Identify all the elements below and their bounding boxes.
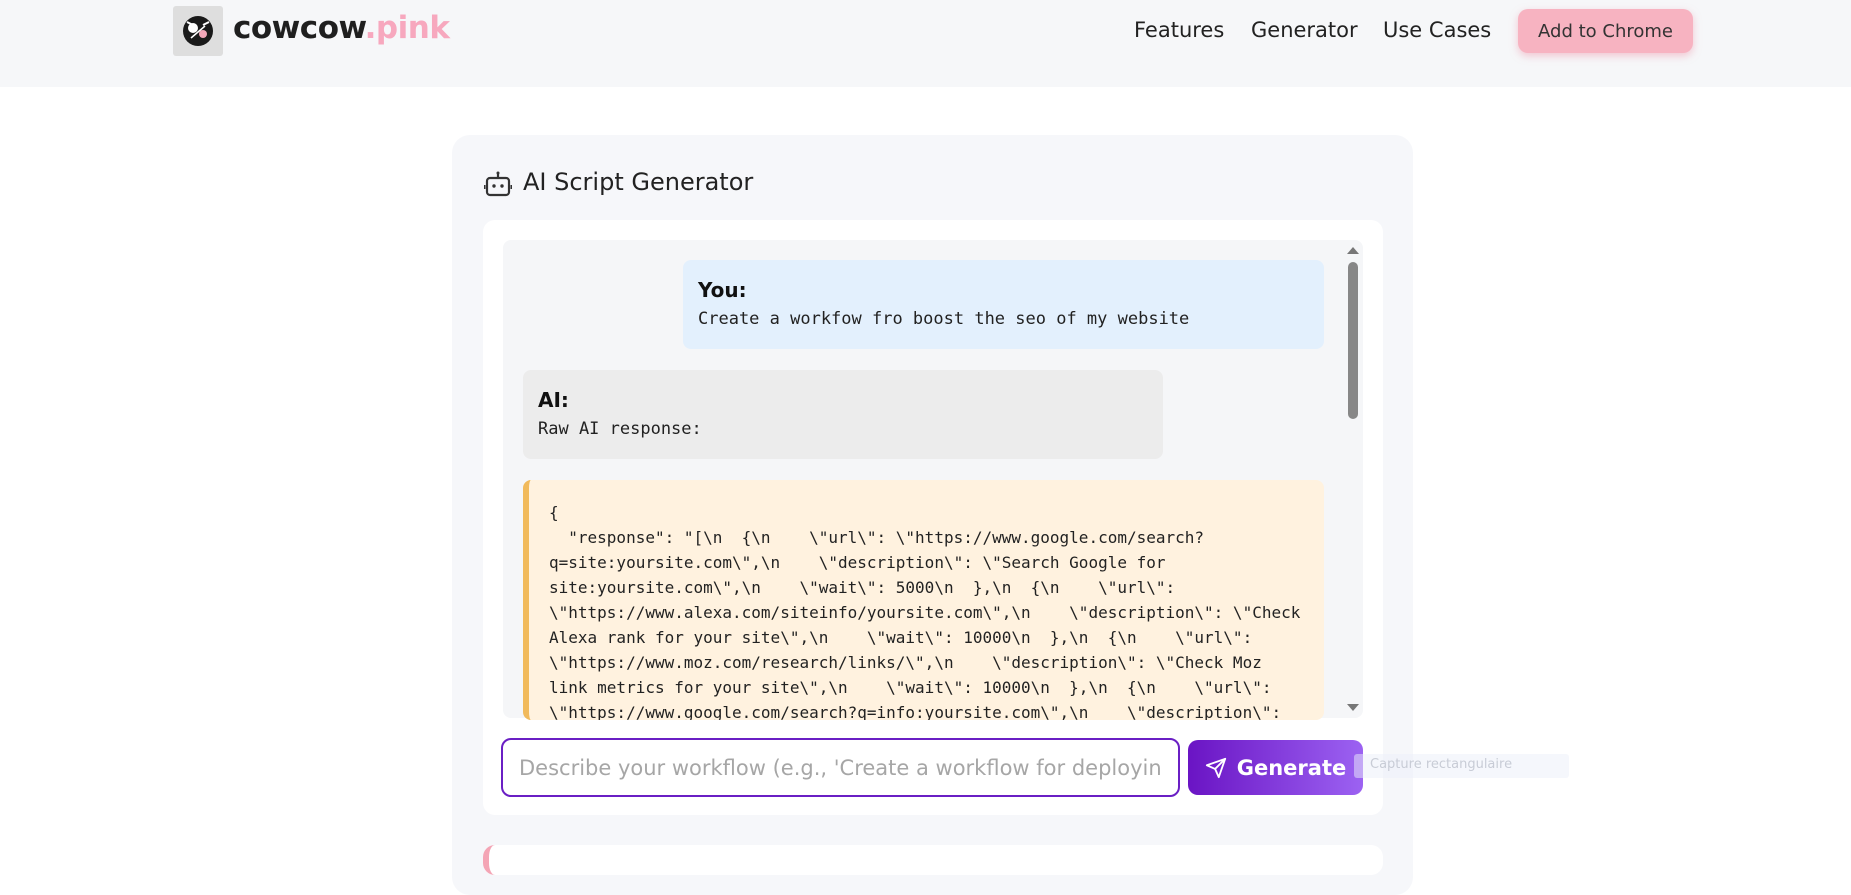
code-line: site:yoursite.com\",\n \"wait\": 5000\n … — [549, 578, 1176, 597]
ai-message: AI: Raw AI response: — [523, 370, 1163, 459]
user-message-text: Create a workfow fro boost the seo of my… — [698, 309, 1190, 329]
code-line: q=site:yoursite.com\",\n \"description\"… — [549, 553, 1166, 572]
nav-link-features[interactable]: Features — [1134, 18, 1224, 42]
code-line: "response": "[\n {\n \"url\": \"https://… — [549, 528, 1205, 547]
robot-icon — [484, 171, 512, 197]
generate-button[interactable]: Generate — [1188, 740, 1363, 795]
code-line: { — [549, 503, 559, 522]
nav-link-use-cases[interactable]: Use Cases — [1383, 18, 1491, 42]
send-icon — [1205, 757, 1226, 778]
ai-response-code-block: { "response": "[\n {\n \"url\": \"https:… — [523, 480, 1324, 720]
scroll-down-arrow-icon[interactable] — [1347, 704, 1359, 711]
next-section-card — [483, 845, 1383, 875]
workflow-description-input[interactable] — [501, 738, 1180, 797]
ai-message-text: Raw AI response: — [538, 419, 702, 439]
user-label: You: — [698, 278, 747, 302]
generate-button-label: Generate — [1236, 755, 1347, 780]
brand-name[interactable]: cowcow.pink — [233, 10, 450, 46]
code-line: link metrics for your site\",\n \"wait\"… — [549, 678, 1272, 697]
nav-link-generator[interactable]: Generator — [1251, 18, 1358, 42]
ai-label: AI: — [538, 388, 569, 412]
add-to-chrome-button[interactable]: Add to Chrome — [1518, 9, 1693, 53]
scrollbar-thumb[interactable] — [1348, 262, 1358, 419]
cow-logo-icon — [183, 16, 213, 46]
capture-overlay-tooltip: Capture rectangulaire — [1354, 754, 1569, 778]
user-message: You: Create a workfow fro boost the seo … — [683, 260, 1324, 349]
code-line: \"https://www.google.com/search?q=info:y… — [549, 703, 1282, 720]
code-line: Alexa rank for your site\",\n \"wait\": … — [549, 628, 1253, 647]
card-title: AI Script Generator — [523, 168, 754, 196]
logo-image[interactable] — [173, 6, 223, 56]
scroll-up-arrow-icon[interactable] — [1347, 247, 1359, 254]
code-line: \"https://www.moz.com/research/links/\",… — [549, 653, 1262, 672]
code-line: \"https://www.alexa.com/siteinfo/yoursit… — [549, 603, 1301, 622]
site-header: cowcow.pink Features Generator Use Cases… — [0, 0, 1851, 87]
